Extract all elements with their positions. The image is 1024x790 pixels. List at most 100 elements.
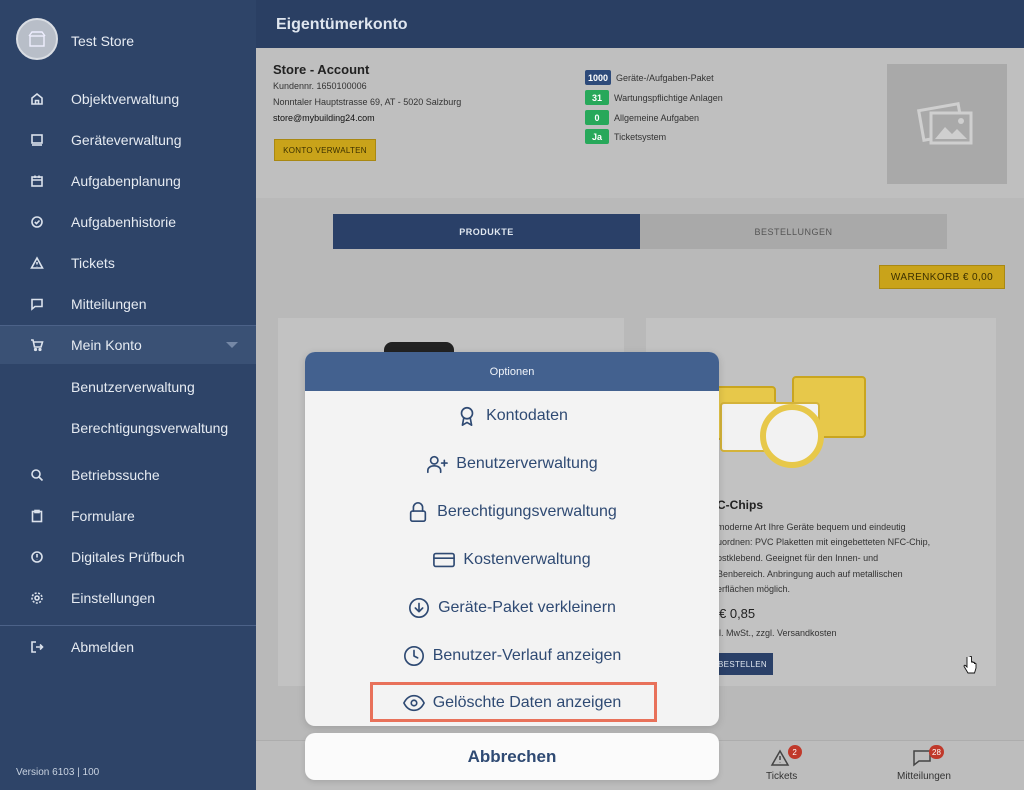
sidebar-item-abmelden[interactable]: Abmelden <box>0 628 256 666</box>
bottom-nav-tickets[interactable]: 2 Tickets <box>766 745 802 782</box>
home-icon <box>30 92 44 106</box>
sidebar-item-objektverwaltung[interactable]: Objektverwaltung <box>0 80 256 118</box>
tab-produkte[interactable]: PRODUKTE <box>333 214 640 249</box>
customer-number: Kundennr. 1650100006 <box>273 81 367 91</box>
options-modal: Optionen Kontodaten Benutzerverwaltung B… <box>305 352 719 726</box>
option-label: Gelöschte Daten anzeigen <box>432 694 622 711</box>
tickets-count-badge: 2 <box>787 745 802 759</box>
image-icon <box>917 102 973 145</box>
search-icon <box>30 468 44 482</box>
option-label: Kontodaten <box>486 407 568 424</box>
cart-icon <box>30 338 44 352</box>
product-desc-line: Benbereich. Anbringung auch auf metallis… <box>717 569 903 579</box>
sidebar-item-mein-konto[interactable]: Mein Konto <box>0 326 256 364</box>
message-icon: 28 <box>912 745 944 767</box>
sidebar-item-label: Einstellungen <box>71 590 156 606</box>
clock-icon <box>403 645 425 667</box>
option-benutzerverwaltung[interactable]: Benutzerverwaltung <box>305 444 719 484</box>
stat-badge: 1000 <box>585 70 612 85</box>
sidebar-item-label: Mitteilungen <box>71 296 147 312</box>
sidebar-divider <box>0 625 256 626</box>
cart-button[interactable]: WARENKORB € 0,00 <box>879 265 1005 289</box>
warning-icon <box>30 256 44 270</box>
sidebar-item-berechtigungsverwaltung[interactable]: Berechtigungsverwaltung <box>0 409 256 447</box>
store-avatar <box>16 18 58 60</box>
stat-badge: 31 <box>585 90 609 105</box>
sidebar-item-label: Aufgabenhistorie <box>71 214 177 230</box>
option-geraete-paket-verkleinern[interactable]: Geräte-Paket verkleinern <box>305 588 719 628</box>
stat-maintenance: 31 Wartungspflichtige Anlagen <box>585 90 723 105</box>
sidebar-item-label: Abmelden <box>71 639 135 655</box>
bottom-nav-label: Mitteilungen <box>897 771 951 782</box>
option-berechtigungsverwaltung[interactable]: Berechtigungsverwaltung <box>305 492 719 532</box>
version-label: Version 6103 | 100 <box>16 767 100 778</box>
store-header[interactable]: Test Store <box>0 0 256 80</box>
messages-count-badge: 28 <box>929 745 944 759</box>
sidebar-item-betriebssuche[interactable]: Betriebssuche <box>0 456 256 494</box>
sidebar-item-aufgabenplanung[interactable]: Aufgabenplanung <box>0 162 256 200</box>
option-kontodaten[interactable]: Kontodaten <box>305 396 719 436</box>
sidebar-item-formulare[interactable]: Formulare <box>0 497 256 535</box>
sidebar: Test Store Objektverwaltung Geräteverwal… <box>0 0 256 790</box>
product-desc-line: erflächen möglich. <box>717 584 791 594</box>
sidebar-item-tickets[interactable]: Tickets <box>0 244 256 282</box>
stat-label: Wartungspflichtige Anlagen <box>614 92 723 103</box>
sidebar-item-label: Betriebssuche <box>71 467 160 483</box>
top-bar: Eigentümerkonto <box>256 0 1024 48</box>
sidebar-item-einstellungen[interactable]: Einstellungen <box>0 579 256 617</box>
account-email: store@mybuilding24.com <box>273 113 375 123</box>
product-desc-line: ostklebend. Geeignet für den Innen- und <box>717 553 879 563</box>
clipboard-icon <box>30 509 44 523</box>
stat-label: Ticketsystem <box>614 131 667 142</box>
option-geloeschte-daten-anzeigen[interactable]: Gelöschte Daten anzeigen <box>305 683 719 723</box>
option-label: Kostenverwaltung <box>463 551 591 568</box>
gear-icon <box>30 591 44 605</box>
sidebar-item-label: Digitales Prüfbuch <box>71 549 185 565</box>
sidebar-item-geraeteverwaltung[interactable]: Geräteverwaltung <box>0 121 256 159</box>
warning-icon: 2 <box>770 745 802 767</box>
store-name: Test Store <box>71 33 135 49</box>
eye-icon <box>402 692 425 714</box>
bottom-nav-mitteilungen[interactable]: 28 Mitteilungen <box>897 745 951 782</box>
award-icon <box>456 405 478 427</box>
stat-badge: Ja <box>585 129 609 144</box>
manage-account-button[interactable]: KONTO VERWALTEN <box>274 139 376 161</box>
sidebar-item-digitales-pruefbuch[interactable]: Digitales Prüfbuch <box>0 538 256 576</box>
option-kostenverwaltung[interactable]: Kostenverwaltung <box>305 540 719 580</box>
check-circle-icon <box>30 215 44 229</box>
product-price: € 0,85 <box>719 606 756 621</box>
product-price-note: l. MwSt., zzgl. Versandkosten <box>719 628 837 638</box>
sidebar-item-label: Benutzerverwaltung <box>71 379 195 395</box>
product-desc-line: uordnen: PVC Plaketten mit eingebetteten… <box>717 537 931 547</box>
bottom-nav-label: Tickets <box>766 771 798 782</box>
sidebar-item-benutzerverwaltung[interactable]: Benutzerverwaltung <box>0 368 256 406</box>
tab-bestellungen[interactable]: BESTELLUNGEN <box>640 214 947 249</box>
option-label: Benutzer-Verlauf anzeigen <box>432 647 622 664</box>
sidebar-item-label: Objektverwaltung <box>71 91 180 107</box>
sidebar-item-mitteilungen[interactable]: Mitteilungen <box>0 285 256 323</box>
order-button[interactable]: BESTELLEN <box>717 653 773 675</box>
cancel-button[interactable]: Abbrechen <box>305 733 719 780</box>
option-benutzer-verlauf-anzeigen[interactable]: Benutzer-Verlauf anzeigen <box>305 636 719 676</box>
stat-badge: 0 <box>585 110 609 125</box>
product-desc-line: moderne Art Ihre Geräte bequem und einde… <box>717 522 906 532</box>
modal-title: Optionen <box>305 352 719 391</box>
stat-general-tasks: 0 Allgemeine Aufgaben <box>585 110 699 125</box>
option-label: Geräte-Paket verkleinern <box>438 599 616 616</box>
sidebar-item-label: Geräteverwaltung <box>71 132 182 148</box>
stat-package: 1000 Geräte-/Aufgaben-Paket <box>585 70 714 85</box>
account-address: Nonntaler Hauptstrasse 69, AT - 5020 Sal… <box>273 97 462 107</box>
stat-ticketsystem: Ja Ticketsystem <box>585 129 666 144</box>
option-label: Berechtigungsverwaltung <box>437 503 617 520</box>
sidebar-item-aufgabenhistorie[interactable]: Aufgabenhistorie <box>0 203 256 241</box>
sidebar-item-label: Mein Konto <box>71 337 142 353</box>
account-image-placeholder[interactable] <box>887 64 1007 184</box>
info-icon <box>30 550 44 564</box>
product-image-chip <box>760 404 824 468</box>
page-title: Eigentümerkonto <box>276 16 408 33</box>
message-icon <box>30 297 44 311</box>
tabs: PRODUKTE BESTELLUNGEN <box>333 214 947 249</box>
sidebar-item-label: Berechtigungsverwaltung <box>71 420 229 436</box>
arrow-down-circle-icon <box>408 597 430 619</box>
stat-label: Geräte-/Aufgaben-Paket <box>616 72 714 83</box>
